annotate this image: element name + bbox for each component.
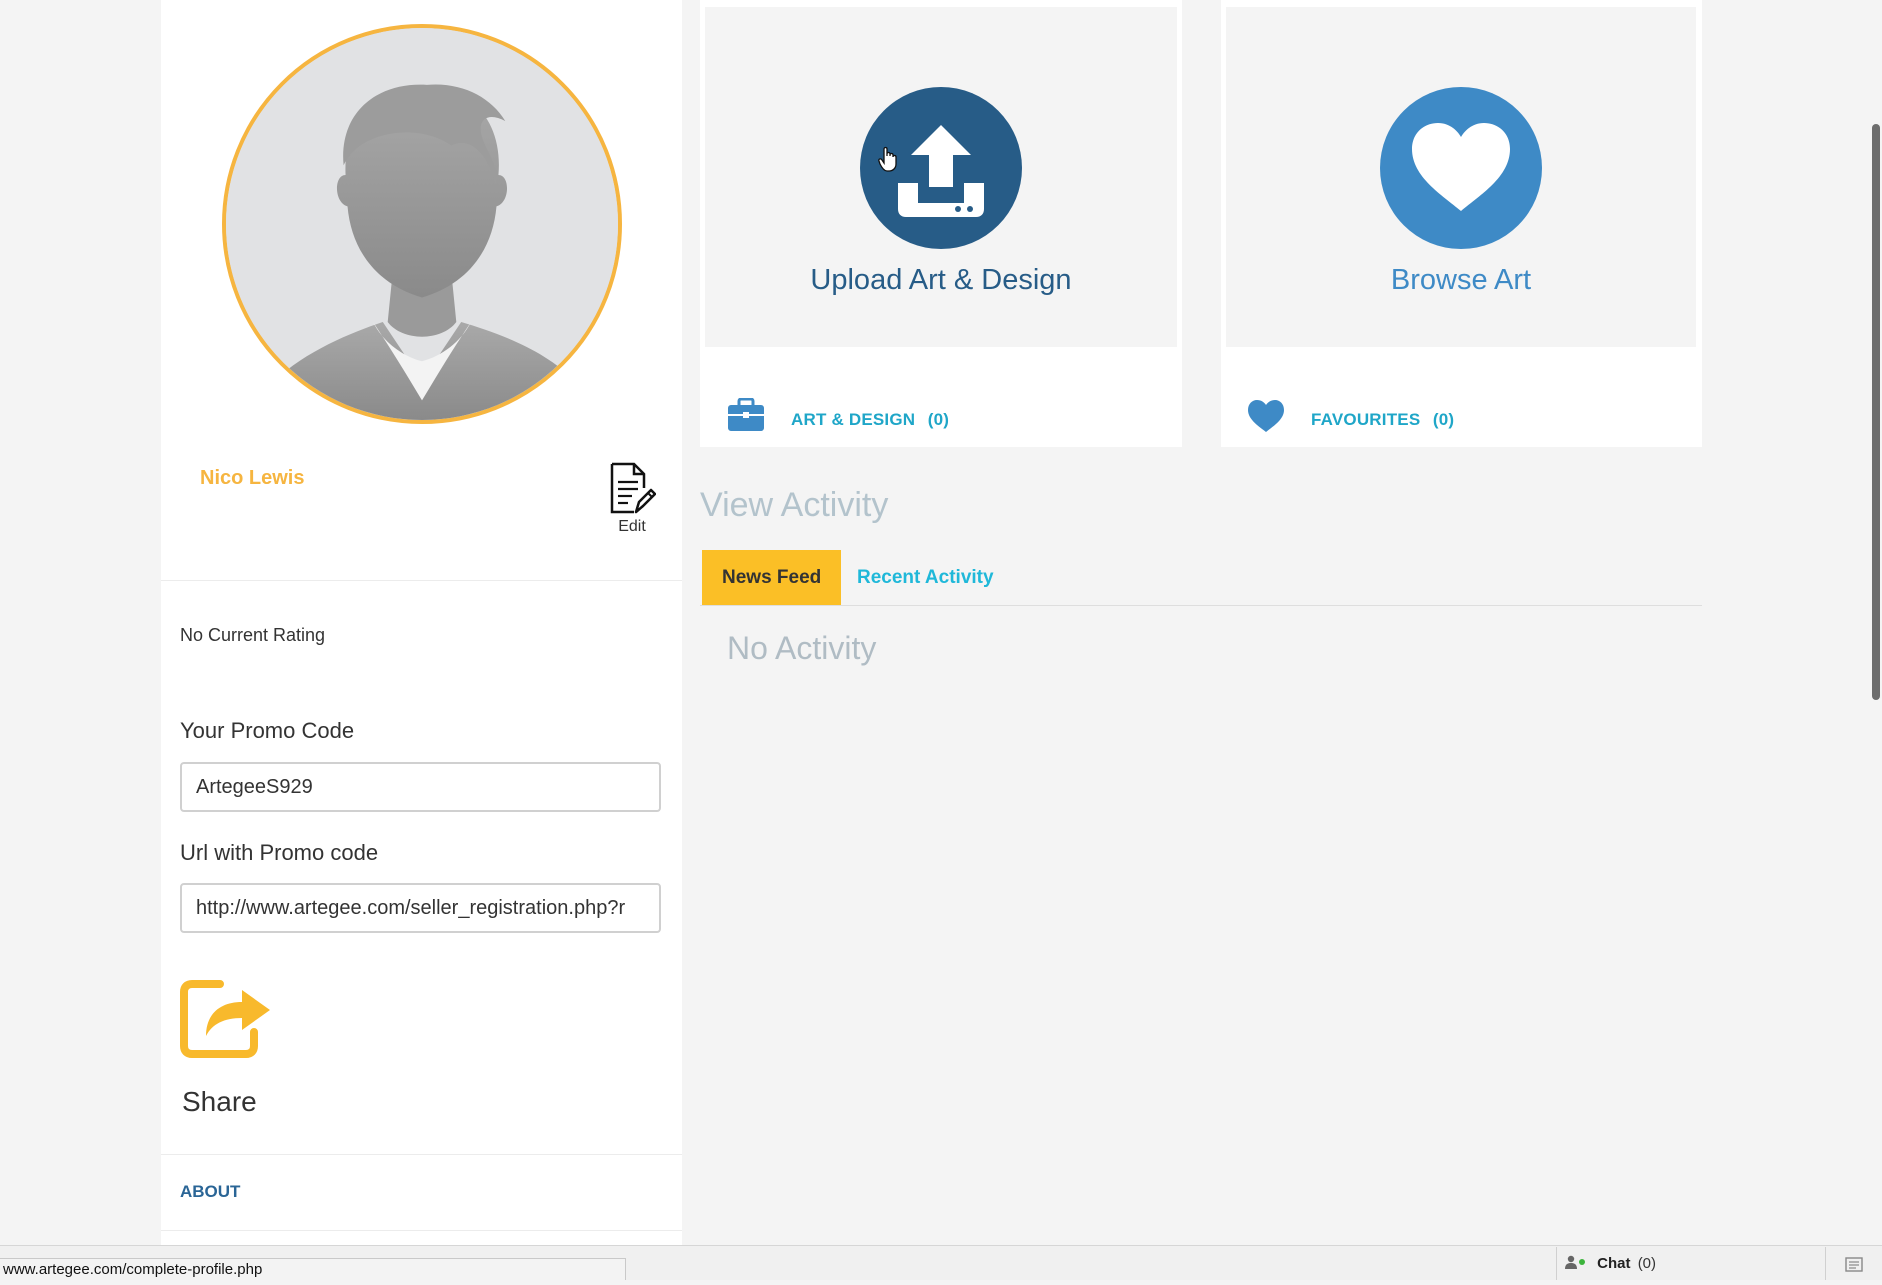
status-url: www.artegee.com/complete-profile.php [0, 1258, 626, 1280]
browse-button[interactable] [1380, 87, 1542, 249]
divider [161, 580, 682, 581]
chat-window-icon [1845, 1257, 1863, 1272]
promo-url-field[interactable] [180, 883, 661, 933]
upload-title[interactable]: Upload Art & Design [705, 264, 1177, 297]
promo-code-field[interactable] [180, 762, 661, 812]
chat-count: (0) [1637, 1255, 1657, 1272]
promo-code-label: Your Promo Code [180, 718, 355, 743]
share-icon [180, 980, 270, 1058]
favourites-label: FAVOURITES [1311, 410, 1421, 429]
about-tab[interactable]: ABOUT [180, 1182, 240, 1202]
browse-title[interactable]: Browse Art [1226, 264, 1696, 297]
edit-document-icon [610, 462, 656, 514]
chat-button[interactable]: Chat (0) [1556, 1247, 1826, 1280]
chat-label: Chat [1597, 1255, 1631, 1272]
tab-recent-activity[interactable]: Recent Activity [837, 550, 1014, 606]
briefcase-icon [727, 397, 765, 432]
profile-name: Nico Lewis [200, 467, 305, 489]
tabs-divider [700, 605, 1702, 606]
avatar [222, 24, 622, 424]
share-button[interactable] [180, 970, 274, 1060]
favourites-link[interactable]: FAVOURITES (0) [1311, 410, 1454, 430]
edit-label: Edit [618, 518, 646, 535]
divider [161, 1230, 682, 1231]
edit-profile-button[interactable]: Edit [608, 462, 656, 536]
art-design-link[interactable]: ART & DESIGN (0) [791, 410, 949, 430]
hand-cursor-icon [878, 146, 900, 172]
art-design-count: (0) [927, 410, 950, 429]
view-activity-heading: View Activity [700, 486, 889, 524]
promo-url-label: Url with Promo code [180, 840, 379, 865]
chat-user-icon [1565, 1248, 1589, 1281]
favourites-count: (0) [1432, 410, 1455, 429]
empty-activity-text: No Activity [727, 630, 877, 666]
art-design-label: ART & DESIGN [791, 410, 916, 429]
tab-news-feed[interactable]: News Feed [702, 550, 842, 606]
rating-status: No Current Rating [180, 625, 326, 645]
share-label: Share [182, 1086, 257, 1117]
favourites-heart-icon [1246, 398, 1286, 434]
chat-window-toggle[interactable] [1826, 1247, 1882, 1280]
scrollbar-thumb[interactable] [1872, 124, 1880, 700]
avatar-placeholder-icon [226, 28, 618, 420]
divider [161, 1154, 682, 1155]
heart-icon [1412, 123, 1510, 211]
